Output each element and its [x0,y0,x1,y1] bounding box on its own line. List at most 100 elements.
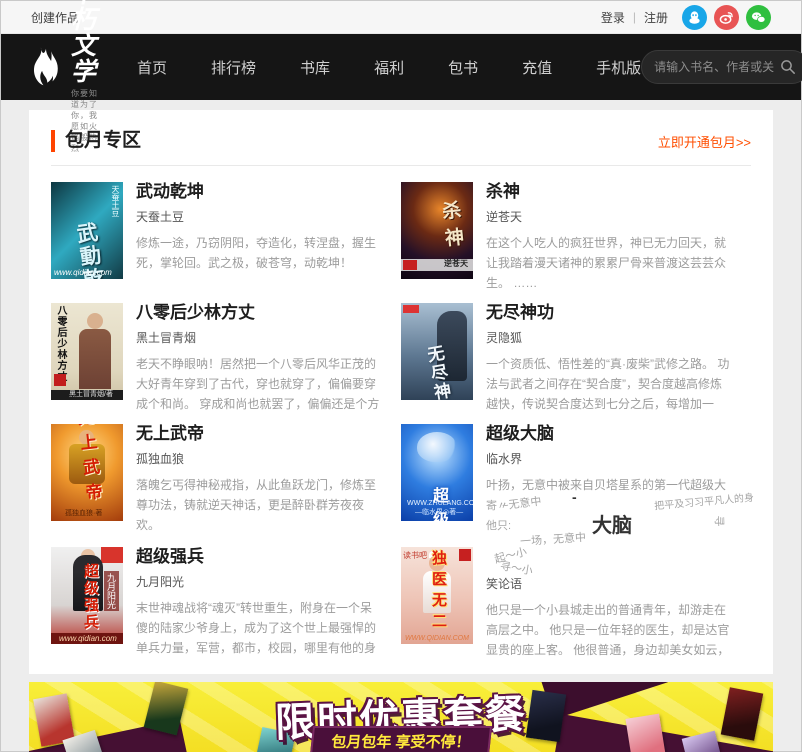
nav-item-library[interactable]: 书库 [300,57,330,78]
book-title[interactable]: 八零后少林方丈 [136,303,383,323]
book-title[interactable]: 武动乾坤 [136,182,383,202]
cover-author-text: 九月阳光 [104,571,119,611]
banner-book-cover [625,713,667,752]
nav-item-home[interactable]: 首页 [137,57,167,78]
cover-figure-body [79,329,111,389]
monthly-section-header: 包月专区 立即开通包月>> [51,130,751,152]
book-item[interactable]: 读书吧 独医无二 WWW.QIDIAN.COM 起〜小 寻〜小 笑论语 他只是一… [401,546,751,660]
search-input[interactable] [654,60,775,74]
nav-item-baoshu[interactable]: 包书 [448,57,478,78]
wechat-icon[interactable] [746,4,771,30]
nav-item-mobile[interactable]: 手机版 [596,57,641,78]
book-item[interactable]: 超级强兵 九月阳光 www.qidian.com 超级强兵 九月阳光 末世神魂战… [51,547,401,660]
book-title[interactable]: 无尽神功 [486,303,733,323]
site-name: 不朽文学 [71,0,100,86]
cover-site-text: www.qidian.com [59,634,117,643]
book-author[interactable]: 笑论语 [486,575,733,592]
cover-author-text: 天蚕土豆 [111,185,120,217]
book-cover[interactable]: 八零后少林方丈 黑土冒青烟/著 [51,303,123,400]
cover-figure-head [87,313,103,329]
cover-seal [54,374,66,386]
qq-icon[interactable] [682,4,707,30]
cover-byline-text: 孤独血狼·著 [65,510,103,517]
monthly-book-grid: 武動乾坤 天蚕土豆 www.qidian.com 武动乾坤 天蚕土豆 修炼一途，… [51,182,754,660]
book-author[interactable]: 天蚕土豆 [136,208,383,225]
glitched-text-area: 寄〃 ~无意中 - 大脑 把平及习习平凡人的身 他只: 一场，无意中 寻 [486,489,754,548]
banner-book-cover [720,687,764,741]
glitch-fragment: 寻 [712,515,725,527]
book-cover[interactable]: 无上武帝 孤独血狼·著 [51,424,123,521]
banner-subtitle: 包月包年 享受不停！ [309,726,493,752]
cover-red-tag [403,260,417,270]
banner-book-cover [525,689,567,743]
book-description: 修炼一途，乃窃阴阳，夺造化，转涅盘，握生死，掌轮回。武之极，破苍穹，动乾坤！ [136,236,377,270]
cover-title-text: 杀神 [441,199,468,250]
nav-item-welfare[interactable]: 福利 [374,57,404,78]
book-title[interactable]: 超级大脑 [486,424,733,444]
cover-author-text: 逆苍天 [444,259,468,268]
book-item[interactable]: 杀神 逆苍天 杀神 逆苍天 在这个人吃人的疯狂世界，神已无力回天，就让我踏着漫天… [401,182,751,293]
promo-banner[interactable]: 限时优惠套餐 包月包年 享受不停！ [29,682,773,752]
book-title[interactable]: 无上武帝 [136,424,383,444]
monthly-zone-card: 包月专区 立即开通包月>> 武動乾坤 天蚕土豆 www.qidian.com 武… [29,110,773,674]
open-monthly-link[interactable]: 立即开通包月>> [658,132,751,151]
book-item[interactable]: 无上武帝 孤独血狼·著 无上武帝 孤独血狼 落魄乞丐得神秘戒指，从此鱼跃龙门，修… [51,424,401,537]
book-description: 一个资质低、悟性差的“真·废柴”武修之路。 功法与武者之间存在“契合度”，契合度… [486,357,730,411]
cover-title-text: 无上武帝 [77,424,105,504]
book-title[interactable]: 超级强兵 [136,547,383,567]
book-description: 在这个人吃人的疯狂世界，神已无力回天，就让我踏着漫天诸神的累累尸骨来普渡这芸芸众… [486,236,727,290]
cover-brain-art [417,432,457,462]
main-content: 包月专区 立即开通包月>> 武動乾坤 天蚕土豆 www.qidian.com 武… [1,100,801,752]
login-link[interactable]: 登录 [601,9,625,26]
monthly-section-title: 包月专区 [51,130,141,152]
book-author[interactable]: 逆苍天 [486,208,733,225]
cover-byline-text: —临水界◎著— [415,509,464,516]
book-item[interactable]: 八零后少林方丈 黑土冒青烟/著 八零后少林方丈 黑土冒青烟 老天不睁眼呐！居然把… [51,303,401,414]
book-title[interactable]: 杀神 [486,182,733,202]
book-author[interactable]: 孤独血狼 [136,450,383,467]
glitch-fragment: 他只: [486,520,512,532]
weibo-icon[interactable] [714,4,739,30]
glitch-fragment: ~无意中 [501,495,543,513]
nav-menu: 首页 排行榜 书库 福利 包书 充值 手机版 [137,57,641,78]
book-description: 老天不睁眼呐！居然把一个八零后风华正茂的大好青年穿到了古代，穿也就穿了，偏偏要穿… [136,357,380,411]
cover-site-text: WWW.ZHULANG.COM [407,500,473,507]
book-description: 叶扬，无意中被来自贝塔星系的第一代超级大脑辅助系统所 [486,478,727,492]
cover-byline-text: 黑土冒青烟/著 [69,391,113,398]
flame-logo-icon [29,46,63,88]
book-author[interactable]: 九月阳光 [136,573,383,590]
book-author[interactable]: 灵隐狐 [486,329,733,346]
book-author[interactable]: 临水界 [486,450,733,467]
nav-item-recharge[interactable]: 充值 [522,57,552,78]
cover-title-text: 八零后少林方丈 [55,305,66,382]
book-cover[interactable]: 无尽神功 [401,303,473,400]
search-box [641,50,802,84]
register-link[interactable]: 注册 [644,9,668,26]
glitch-fragment: 大脑 [592,515,632,537]
book-description: 他只是一个小县城走出的普通青年，却游走在高层之中。 他只是一位年轻的医生，却是达… [486,603,730,657]
cover-site-text: www.qidian.com [54,268,112,277]
book-author[interactable]: 黑土冒青烟 [136,329,383,346]
search-icon[interactable] [780,59,796,75]
book-cover[interactable]: 超级大脑 WWW.ZHULANG.COM —临水界◎著— [401,424,473,521]
book-item[interactable]: 无尽神功 无尽神功 灵隐狐 一个资质低、悟性差的“真·废柴”武修之路。 功法与武… [401,303,751,414]
book-cover[interactable]: 超级强兵 九月阳光 www.qidian.com [51,547,123,644]
top-utility-bar: 创建作品 登录 | 注册 [1,1,801,34]
main-navbar: 不朽文学 你要知道为了你，我愿如火焰般热烈 首页 排行榜 书库 福利 包书 充值… [1,0,802,153]
cover-red-tag [403,305,419,313]
glitched-title-area: 起〜小 寻〜小 [486,546,733,577]
cover-title-text: 独医无二 [432,550,449,630]
book-cover[interactable]: 读书吧 独医无二 WWW.QIDIAN.COM [401,547,473,644]
book-cover[interactable]: 杀神 逆苍天 [401,182,473,279]
cover-site-text: WWW.QIDIAN.COM [405,635,469,642]
book-item[interactable]: 武動乾坤 天蚕土豆 www.qidian.com 武动乾坤 天蚕土豆 修炼一途，… [51,182,401,293]
book-cover[interactable]: 武動乾坤 天蚕土豆 www.qidian.com [51,182,123,279]
social-links [682,4,771,30]
section-divider [51,165,751,166]
book-description: 末世神魂战将“魂灭”转世重生，附身在一个呆傻的陆家少爷身上，成为了这个世上最强悍… [136,601,377,655]
nav-item-ranking[interactable]: 排行榜 [211,57,256,78]
book-description: 落魄乞丐得神秘戒指，从此鱼跃龙门，修炼至尊功法，铸就逆天神话，更是醉卧群芳夜夜欢… [136,478,377,532]
auth-divider: | [632,10,636,24]
glitch-fragment: - [572,489,577,505]
book-item[interactable]: 超级大脑 WWW.ZHULANG.COM —临水界◎著— 超级大脑 临水界 叶扬… [401,424,754,548]
